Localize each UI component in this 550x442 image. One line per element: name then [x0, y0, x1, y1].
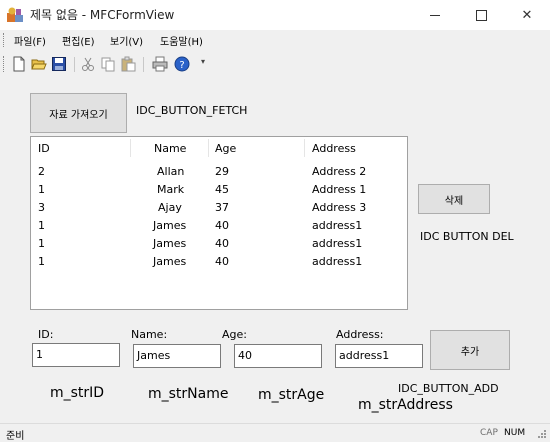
menu-view[interactable]: 보기(V): [110, 33, 143, 48]
table-row[interactable]: 2 Allan 29 Address 2: [31, 163, 407, 181]
id-label: ID:: [38, 328, 54, 341]
age-field[interactable]: 40: [234, 344, 322, 368]
help-icon[interactable]: ?: [174, 56, 190, 72]
age-label: Age:: [222, 328, 247, 341]
open-folder-icon[interactable]: [31, 56, 47, 72]
cell-name: Allan: [157, 165, 185, 178]
cell-id: 1: [38, 219, 45, 232]
name-field[interactable]: James: [133, 344, 221, 368]
column-divider[interactable]: [304, 139, 305, 157]
minimize-icon: [430, 14, 440, 16]
name-label: Name:: [131, 328, 168, 341]
close-button[interactable]: ✕: [504, 0, 550, 30]
cut-icon[interactable]: [80, 56, 96, 72]
column-divider[interactable]: [130, 139, 131, 157]
table-row[interactable]: 1 James 40 address1: [31, 235, 407, 253]
age-variable-label: m_strAge: [258, 387, 325, 403]
minimize-button[interactable]: [412, 0, 458, 30]
cell-age: 37: [215, 201, 229, 214]
svg-text:?: ?: [179, 60, 184, 71]
address-variable-label: m_strAddress: [358, 397, 453, 413]
cell-age: 40: [215, 219, 229, 232]
cell-address: address1: [312, 237, 363, 250]
table-row[interactable]: 3 Ajay 37 Address 3: [31, 199, 407, 217]
title-bar[interactable]: 제목 없음 - MFCFormView ✕: [0, 0, 550, 30]
cell-age: 40: [215, 255, 229, 268]
menu-grip[interactable]: [3, 33, 6, 47]
new-file-icon[interactable]: [11, 56, 27, 72]
resize-grip-icon[interactable]: [536, 428, 547, 439]
column-header-name[interactable]: Name: [154, 137, 224, 159]
window-title: 제목 없음 - MFCFormView: [30, 8, 175, 22]
column-header-id[interactable]: ID: [38, 137, 133, 159]
toolbar-separator: [74, 57, 75, 72]
cell-age: 29: [215, 165, 229, 178]
add-button-id-label: IDC_BUTTON_ADD: [398, 382, 499, 395]
num-lock-indicator: NUM: [504, 428, 526, 438]
id-field[interactable]: 1: [32, 343, 120, 367]
caps-lock-indicator: CAP: [480, 428, 498, 438]
fetch-button[interactable]: 자료 가져오기: [30, 93, 127, 133]
name-variable-label: m_strName: [148, 386, 229, 402]
save-icon[interactable]: [51, 56, 67, 72]
column-header-age[interactable]: Age: [215, 137, 295, 159]
cell-id: 1: [38, 237, 45, 250]
cell-address: Address 1: [312, 183, 367, 196]
menu-bar: 파일(F) 편집(E) 보기(V) 도움말(H): [0, 30, 550, 50]
menu-file[interactable]: 파일(F): [14, 33, 46, 48]
column-divider[interactable]: [208, 139, 209, 157]
print-icon[interactable]: [152, 56, 168, 72]
cell-id: 1: [38, 183, 45, 196]
cell-name: Mark: [157, 183, 185, 196]
table-row[interactable]: 1 James 40 address1: [31, 253, 407, 271]
cell-address: Address 3: [312, 201, 367, 214]
cell-address: address1: [312, 219, 363, 232]
address-field[interactable]: address1: [335, 344, 423, 368]
cell-address: address1: [312, 255, 363, 268]
address-label: Address:: [336, 328, 384, 341]
toolbar-grip[interactable]: [3, 56, 6, 72]
status-text: 준비: [6, 431, 25, 442]
id-variable-label: m_strID: [50, 385, 105, 401]
fetch-button-id-label: IDC_BUTTON_FETCH: [136, 104, 248, 117]
cell-name: Ajay: [158, 201, 182, 214]
toolbar-separator: [143, 57, 144, 72]
table-row[interactable]: 1 Mark 45 Address 1: [31, 181, 407, 199]
toolbar-overflow-chevron[interactable]: ▾: [199, 58, 207, 72]
column-header-address[interactable]: Address: [312, 137, 402, 159]
paste-icon[interactable]: [120, 56, 136, 72]
copy-icon[interactable]: [100, 56, 116, 72]
table-row[interactable]: 1 James 40 address1: [31, 217, 407, 235]
cell-age: 40: [215, 237, 229, 250]
cell-id: 3: [38, 201, 45, 214]
cell-name: James: [153, 255, 187, 268]
app-icon: [7, 7, 23, 22]
cell-id: 1: [38, 255, 45, 268]
records-list[interactable]: ID Name Age Address 2 Allan 29 Address 2…: [30, 136, 408, 310]
maximize-icon: [475, 9, 487, 21]
cell-id: 2: [38, 165, 45, 178]
status-bar: 준비 CAP NUM: [0, 423, 550, 442]
cell-age: 45: [215, 183, 229, 196]
menu-edit[interactable]: 편집(E): [62, 33, 95, 48]
maximize-button[interactable]: [458, 0, 504, 30]
cell-name: James: [153, 219, 187, 232]
delete-button[interactable]: 삭제: [418, 184, 490, 214]
delete-button-id-label: IDC BUTTON DEL: [420, 230, 514, 243]
close-icon: ✕: [521, 7, 533, 23]
toolbar: ? ▾: [0, 52, 550, 76]
menu-help[interactable]: 도움말(H): [160, 33, 203, 48]
add-button[interactable]: 추가: [430, 330, 510, 370]
cell-address: Address 2: [312, 165, 367, 178]
cell-name: James: [153, 237, 187, 250]
